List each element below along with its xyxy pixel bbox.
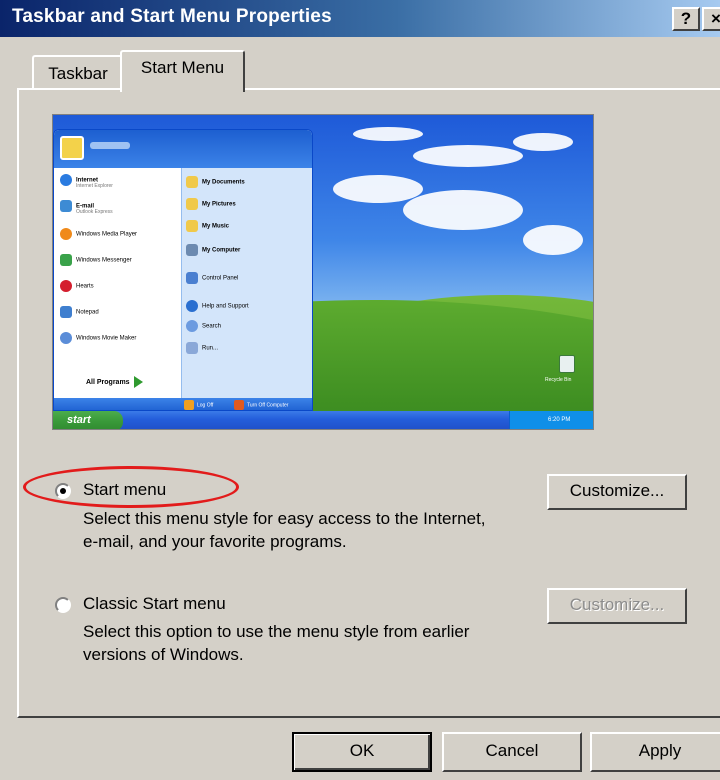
preview-log-off: Log Off [184, 400, 213, 410]
preview-item: Control Panel [186, 272, 238, 284]
tab-taskbar[interactable]: Taskbar [32, 55, 124, 90]
folder-icon [186, 176, 198, 188]
preview-item: Hearts [60, 280, 94, 292]
computer-icon [186, 244, 198, 256]
classic-start-menu-label[interactable]: Classic Start menu [83, 594, 226, 614]
preview-item: Windows Movie Maker [60, 332, 136, 344]
help-button[interactable]: ? [672, 7, 700, 31]
ok-button[interactable]: OK [292, 732, 432, 772]
help-icon [186, 300, 198, 312]
close-icon: × [711, 9, 720, 28]
preview-item: Internet Internet Explorer [60, 174, 113, 189]
preview-item: Windows Media Player [60, 228, 137, 240]
arrow-right-icon [133, 376, 143, 388]
cloud-shape [353, 127, 423, 141]
tab-taskbar-label: Taskbar [48, 64, 108, 83]
preview-item: Search [186, 320, 221, 332]
preview-turn-off: Turn Off Computer [234, 400, 288, 410]
folder-icon [186, 220, 198, 232]
title-bar[interactable]: Taskbar and Start Menu Properties ? × [0, 0, 720, 37]
preview-item: E-mail Outlook Express [60, 200, 113, 215]
preview-item: Help and Support [186, 300, 249, 312]
help-icon: ? [680, 9, 692, 28]
recycle-bin-label: Recycle Bin [545, 377, 572, 383]
properties-dialog: Taskbar and Start Menu Properties ? × Ta… [0, 0, 720, 780]
preview-user-header [54, 130, 312, 168]
customize-start-menu-button[interactable]: Customize... [547, 474, 687, 510]
cloud-shape [403, 190, 523, 230]
control-panel-icon [186, 272, 198, 284]
cancel-button[interactable]: Cancel [442, 732, 582, 772]
customize-classic-menu-button[interactable]: Customize... [547, 588, 687, 624]
user-name-placeholder [90, 142, 130, 149]
window-title: Taskbar and Start Menu Properties [12, 6, 332, 27]
classic-start-menu-radio[interactable] [55, 597, 71, 613]
preview-all-programs: All Programs [86, 376, 143, 388]
preview-item: My Documents [186, 176, 245, 188]
close-button[interactable]: × [702, 7, 720, 31]
classic-start-menu-description: Select this option to use the menu style… [83, 622, 470, 664]
preview-item: Windows Messenger [60, 254, 132, 266]
log-off-icon [184, 400, 194, 410]
tab-start-menu-label: Start Menu [140, 58, 225, 77]
folder-icon [186, 198, 198, 210]
start-menu-preview: Recycle Bin Internet Internet Explorer E… [52, 114, 594, 430]
preview-programs-column: Internet Internet Explorer E-mail Outloo… [54, 168, 181, 404]
preview-system-tray: 6:20 PM [509, 411, 593, 429]
messenger-icon [60, 254, 72, 266]
movie-maker-icon [60, 332, 72, 344]
preview-item: My Music [186, 220, 229, 232]
apply-button[interactable]: Apply [590, 732, 720, 772]
internet-explorer-icon [60, 174, 72, 186]
tab-start-menu[interactable]: Start Menu [120, 50, 245, 92]
cloud-shape [333, 175, 423, 203]
media-player-icon [60, 228, 72, 240]
user-picture-icon [60, 136, 84, 160]
search-icon [186, 320, 198, 332]
hearts-icon [60, 280, 72, 292]
notepad-icon [60, 306, 72, 318]
preview-start-button: start [53, 411, 123, 429]
run-icon [186, 342, 198, 354]
preview-item: Notepad [60, 306, 99, 318]
cloud-shape [513, 133, 573, 151]
cloud-shape [413, 145, 523, 167]
preview-item: My Pictures [186, 198, 236, 210]
power-icon [234, 400, 244, 410]
recycle-bin-icon [559, 355, 575, 373]
preview-places-column: My Documents My Pictures My Music My Com… [181, 168, 312, 404]
preview-item: Run... [186, 342, 218, 354]
outlook-express-icon [60, 200, 72, 212]
cloud-shape [523, 225, 583, 255]
start-menu-description: Select this menu style for easy access t… [83, 509, 486, 551]
preview-item: My Computer [186, 244, 240, 256]
preview-start-menu: Internet Internet Explorer E-mail Outloo… [53, 129, 313, 411]
highlight-ring [23, 466, 239, 508]
